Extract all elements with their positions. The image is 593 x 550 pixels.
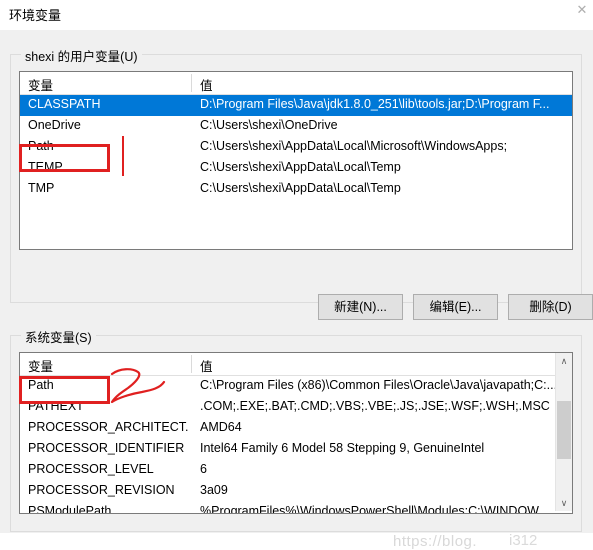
scroll-up-icon[interactable]: ∧ (556, 353, 572, 369)
table-row[interactable]: Path C:\Program Files (x86)\Common Files… (20, 376, 572, 397)
edit-user-variable-button[interactable]: 编辑(E)... (413, 294, 498, 320)
variable-value: 6 (200, 462, 207, 476)
system-column-header-value[interactable]: 值 (200, 356, 213, 375)
column-divider[interactable] (191, 74, 192, 92)
variable-value: C:\Users\shexi\OneDrive (200, 118, 338, 132)
system-list-rows: Path C:\Program Files (x86)\Common Files… (20, 376, 572, 514)
table-row[interactable]: PROCESSOR_IDENTIFIER Intel64 Family 6 Mo… (20, 439, 572, 460)
table-row[interactable]: TMP C:\Users\shexi\AppData\Local\Temp (20, 179, 572, 200)
window-title: 环境变量 (9, 8, 62, 23)
new-user-variable-button[interactable]: 新建(N)... (318, 294, 403, 320)
variable-name: TEMP (28, 160, 63, 174)
system-list-header: 变量 值 (20, 353, 572, 376)
table-row[interactable]: Path C:\Users\shexi\AppData\Local\Micros… (20, 137, 572, 158)
table-row[interactable]: PROCESSOR_LEVEL 6 (20, 460, 572, 481)
table-row[interactable]: OneDrive C:\Users\shexi\OneDrive (20, 116, 572, 137)
dialog-body: shexi 的用户变量(U) 变量 值 CLASSPATH D:\Program… (0, 30, 593, 550)
watermark-text: https://blog. (393, 533, 478, 550)
table-row[interactable]: PSModulePath %ProgramFiles%\WindowsPower… (20, 502, 572, 514)
scroll-down-icon[interactable]: ∨ (556, 495, 572, 511)
variable-name: PSModulePath (28, 504, 112, 514)
title-bar: 环境变量 ✕ (0, 0, 593, 30)
system-variables-group: 系统变量(S) 变量 值 Path C:\Program Files (x86)… (10, 327, 582, 532)
variable-value: %ProgramFiles%\WindowsPowerShell\Modules… (200, 504, 549, 514)
table-row[interactable]: TEMP C:\Users\shexi\AppData\Local\Temp (20, 158, 572, 179)
user-list-header: 变量 值 (20, 72, 572, 95)
scrollbar-thumb[interactable] (557, 401, 571, 459)
variable-value: C:\Program Files (x86)\Common Files\Orac… (200, 378, 558, 392)
variable-value: 3a09 (200, 483, 228, 497)
variable-value: C:\Users\shexi\AppData\Local\Microsoft\W… (200, 139, 508, 153)
variable-name: Path (28, 378, 54, 392)
system-list-scrollbar[interactable]: ∧ ∨ (555, 353, 572, 511)
close-icon[interactable]: ✕ (571, 0, 593, 20)
watermark-text-secondary: i312 (509, 532, 538, 549)
system-variables-list[interactable]: 变量 值 Path C:\Program Files (x86)\Common … (19, 352, 573, 514)
system-column-header-name[interactable]: 变量 (28, 356, 53, 375)
user-variables-group: shexi 的用户变量(U) 变量 值 CLASSPATH D:\Program… (10, 46, 593, 320)
system-variables-legend: 系统变量(S) (21, 327, 96, 346)
variable-value: AMD64 (200, 420, 242, 434)
variable-value: .COM;.EXE;.BAT;.CMD;.VBS;.VBE;.JS;.JSE;.… (200, 399, 550, 413)
table-row[interactable]: CLASSPATH D:\Program Files\Java\jdk1.8.0… (20, 95, 572, 116)
variable-name: PROCESSOR_ARCHITECT... (28, 420, 188, 434)
user-column-header-value[interactable]: 值 (200, 75, 213, 94)
variable-name: PROCESSOR_REVISION (28, 483, 175, 497)
variable-name: OneDrive (28, 118, 81, 132)
variable-value: D:\Program Files\Java\jdk1.8.0_251\lib\t… (200, 97, 550, 111)
user-variables-list[interactable]: 变量 值 CLASSPATH D:\Program Files\Java\jdk… (19, 71, 573, 250)
variable-name: Path (28, 139, 54, 153)
variable-name: PATHEXT (28, 399, 84, 413)
column-divider[interactable] (191, 355, 192, 373)
delete-user-variable-button[interactable]: 删除(D) (508, 294, 593, 320)
table-row[interactable]: PROCESSOR_REVISION 3a09 (20, 481, 572, 502)
variable-value: C:\Users\shexi\AppData\Local\Temp (200, 160, 401, 174)
variable-name: PROCESSOR_LEVEL (28, 462, 154, 476)
variable-name: CLASSPATH (28, 97, 101, 111)
table-row[interactable]: PROCESSOR_ARCHITECT... AMD64 (20, 418, 572, 439)
variable-name: PROCESSOR_IDENTIFIER (28, 441, 185, 455)
variable-value: Intel64 Family 6 Model 58 Stepping 9, Ge… (200, 441, 485, 455)
user-column-header-name[interactable]: 变量 (28, 75, 53, 94)
table-row[interactable]: PATHEXT .COM;.EXE;.BAT;.CMD;.VBS;.VBE;.J… (20, 397, 572, 418)
variable-name: TMP (28, 181, 55, 195)
user-list-rows: CLASSPATH D:\Program Files\Java\jdk1.8.0… (20, 95, 572, 200)
variable-value: C:\Users\shexi\AppData\Local\Temp (200, 181, 401, 195)
user-variables-legend: shexi 的用户变量(U) (21, 46, 142, 65)
